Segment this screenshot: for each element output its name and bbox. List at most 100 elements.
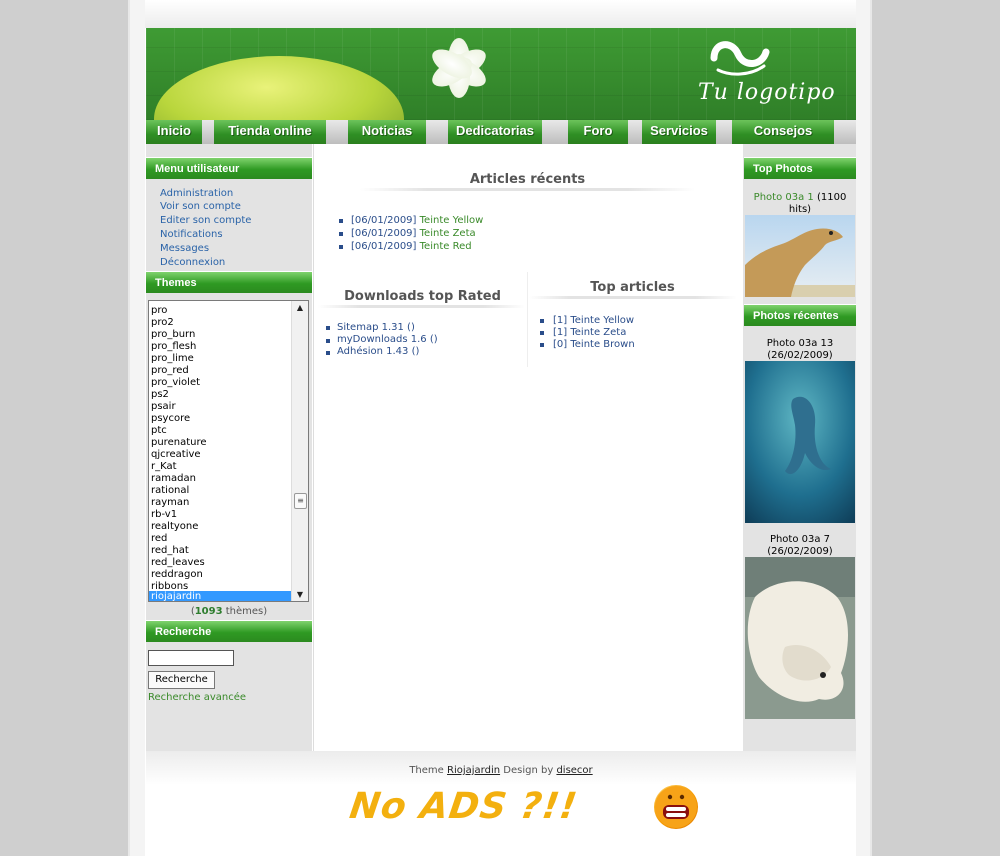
theme-option[interactable]: pro_flesh [151, 341, 196, 353]
theme-option[interactable]: reddragon [151, 569, 203, 581]
nav-separator [542, 120, 568, 144]
scroll-thumb[interactable]: ≡ [294, 493, 307, 509]
section-rule [360, 188, 695, 191]
scroll-down-icon[interactable]: ▼ [295, 590, 305, 599]
nav-item-tienda-online[interactable]: Tienda online [214, 120, 326, 144]
polar-bear-photo[interactable] [745, 557, 855, 719]
theme-option-selected[interactable]: riojajardin [149, 591, 291, 601]
footer-theme-label: Theme [409, 765, 444, 776]
menu-link-notifications[interactable]: Notifications [160, 229, 223, 240]
footer-designer-link[interactable]: disecor [556, 765, 592, 776]
search-button[interactable]: Recherche [148, 671, 215, 689]
top-photos-header: Top Photos [744, 157, 856, 179]
bullet-icon [540, 331, 544, 335]
downloads-title: Downloads top Rated [344, 289, 501, 304]
theme-option[interactable]: psycore [151, 413, 190, 425]
article-link[interactable]: Teinte Red [420, 241, 472, 252]
theme-option[interactable]: realtyone [151, 521, 198, 533]
theme-option[interactable]: ps2 [151, 389, 169, 401]
theme-option[interactable]: pro [151, 305, 167, 317]
scroll-up-icon[interactable]: ▲ [295, 303, 305, 312]
theme-option[interactable]: pro2 [151, 317, 174, 329]
theme-option[interactable]: ptc [151, 425, 167, 437]
download-link[interactable]: Sitemap 1.31 () [337, 322, 415, 333]
bullet-icon [326, 326, 330, 330]
dolphin-photo[interactable] [745, 361, 855, 523]
theme-option[interactable]: ramadan [151, 473, 196, 485]
theme-option[interactable]: r_Kat [151, 461, 177, 473]
article-date: [06/01/2009] [351, 228, 417, 239]
nav-separator [628, 120, 642, 144]
top-photo-caption: Photo 03a 1 (1100 hits) [744, 192, 856, 216]
article-count: [1] [553, 315, 568, 326]
download-link[interactable]: Adhésion 1.43 () [337, 346, 419, 357]
nav-item-dedicatorias[interactable]: Dedicatorias [448, 120, 542, 144]
theme-select-list[interactable]: pro pro2 pro_burn pro_flesh pro_lime pro… [148, 300, 309, 602]
lily-pad-image [154, 56, 404, 120]
advanced-search-link[interactable]: Recherche avancée [148, 692, 246, 703]
menu-link-voir-son-compte[interactable]: Voir son compte [160, 201, 241, 212]
theme-option[interactable]: qjcreative [151, 449, 201, 461]
theme-option[interactable]: red_leaves [151, 557, 205, 569]
footer-theme-link[interactable]: Riojajardin [447, 765, 500, 776]
recent-photo-link[interactable]: Photo 03a 7 [744, 534, 856, 546]
logo-text: Tu logotipo [698, 80, 836, 105]
theme-option[interactable]: rayman [151, 497, 189, 509]
theme-count: (1093 thèmes) [146, 606, 312, 617]
search-header: Recherche [146, 620, 312, 642]
recent-photo-link[interactable]: Photo 03a 13 [744, 338, 856, 350]
top-photo-link[interactable]: Photo 03a 1 [754, 192, 814, 203]
menu-link-administration[interactable]: Administration [160, 188, 233, 199]
header-banner: Tu logotipo [146, 28, 856, 120]
list-item: [06/01/2009] Teinte Yellow [351, 215, 483, 226]
article-date: [06/01/2009] [351, 241, 417, 252]
search-input[interactable] [148, 650, 234, 666]
article-link[interactable]: Teinte Yellow [570, 315, 634, 326]
theme-option[interactable]: red [151, 533, 167, 545]
recent-photos-header: Photos récentes [744, 304, 856, 326]
logo-icon [710, 41, 770, 76]
nav-item-foro[interactable]: Foro [568, 120, 628, 144]
article-link[interactable]: Teinte Brown [570, 339, 634, 350]
theme-option[interactable]: pro_red [151, 365, 189, 377]
menu-link-editer-son-compte[interactable]: Editer son compte [160, 215, 251, 226]
nav-item-consejos[interactable]: Consejos [732, 120, 834, 144]
theme-option[interactable]: rb-v1 [151, 509, 177, 521]
section-rule [318, 305, 525, 308]
menu-link-deconnexion[interactable]: Déconnexion [160, 257, 225, 268]
theme-list-scrollbar[interactable]: ▲ ≡ ▼ [291, 301, 308, 601]
nav-separator [202, 120, 214, 144]
water-lily-flower-image [424, 32, 494, 102]
theme-option[interactable]: pro_burn [151, 329, 195, 341]
nav-separator [834, 120, 856, 144]
nav-item-servicios[interactable]: Servicios [642, 120, 716, 144]
article-link[interactable]: Teinte Yellow [420, 215, 484, 226]
list-item: [06/01/2009] Teinte Red [351, 241, 472, 252]
nav-item-inicio[interactable]: Inicio [146, 120, 202, 144]
footer-design-label: Design by [503, 765, 554, 776]
nav-item-noticias[interactable]: Noticias [348, 120, 426, 144]
recent-articles-title: Articles récents [469, 172, 586, 187]
theme-option[interactable]: red_hat [151, 545, 189, 557]
article-link[interactable]: Teinte Zeta [420, 228, 476, 239]
bullet-icon [540, 319, 544, 323]
no-ads-banner[interactable]: No ADS ?!! [347, 786, 580, 827]
nav-separator [426, 120, 448, 144]
camel-photo[interactable] [745, 215, 855, 297]
bullet-icon [339, 232, 343, 236]
bullet-icon [326, 351, 330, 355]
article-link[interactable]: Teinte Zeta [570, 327, 626, 338]
theme-option[interactable]: purenature [151, 437, 207, 449]
download-link[interactable]: myDownloads 1.6 () [337, 334, 438, 345]
theme-option[interactable]: pro_lime [151, 353, 194, 365]
theme-option[interactable]: rational [151, 485, 189, 497]
bullet-icon [339, 245, 343, 249]
menu-link-messages[interactable]: Messages [160, 243, 209, 254]
user-menu-header: Menu utilisateur [146, 157, 312, 179]
bullet-icon [540, 343, 544, 347]
theme-option[interactable]: psair [151, 401, 176, 413]
bullet-icon [326, 339, 330, 343]
theme-option[interactable]: pro_violet [151, 377, 200, 389]
nav-separator [716, 120, 732, 144]
top-articles-title: Top articles [590, 280, 675, 295]
